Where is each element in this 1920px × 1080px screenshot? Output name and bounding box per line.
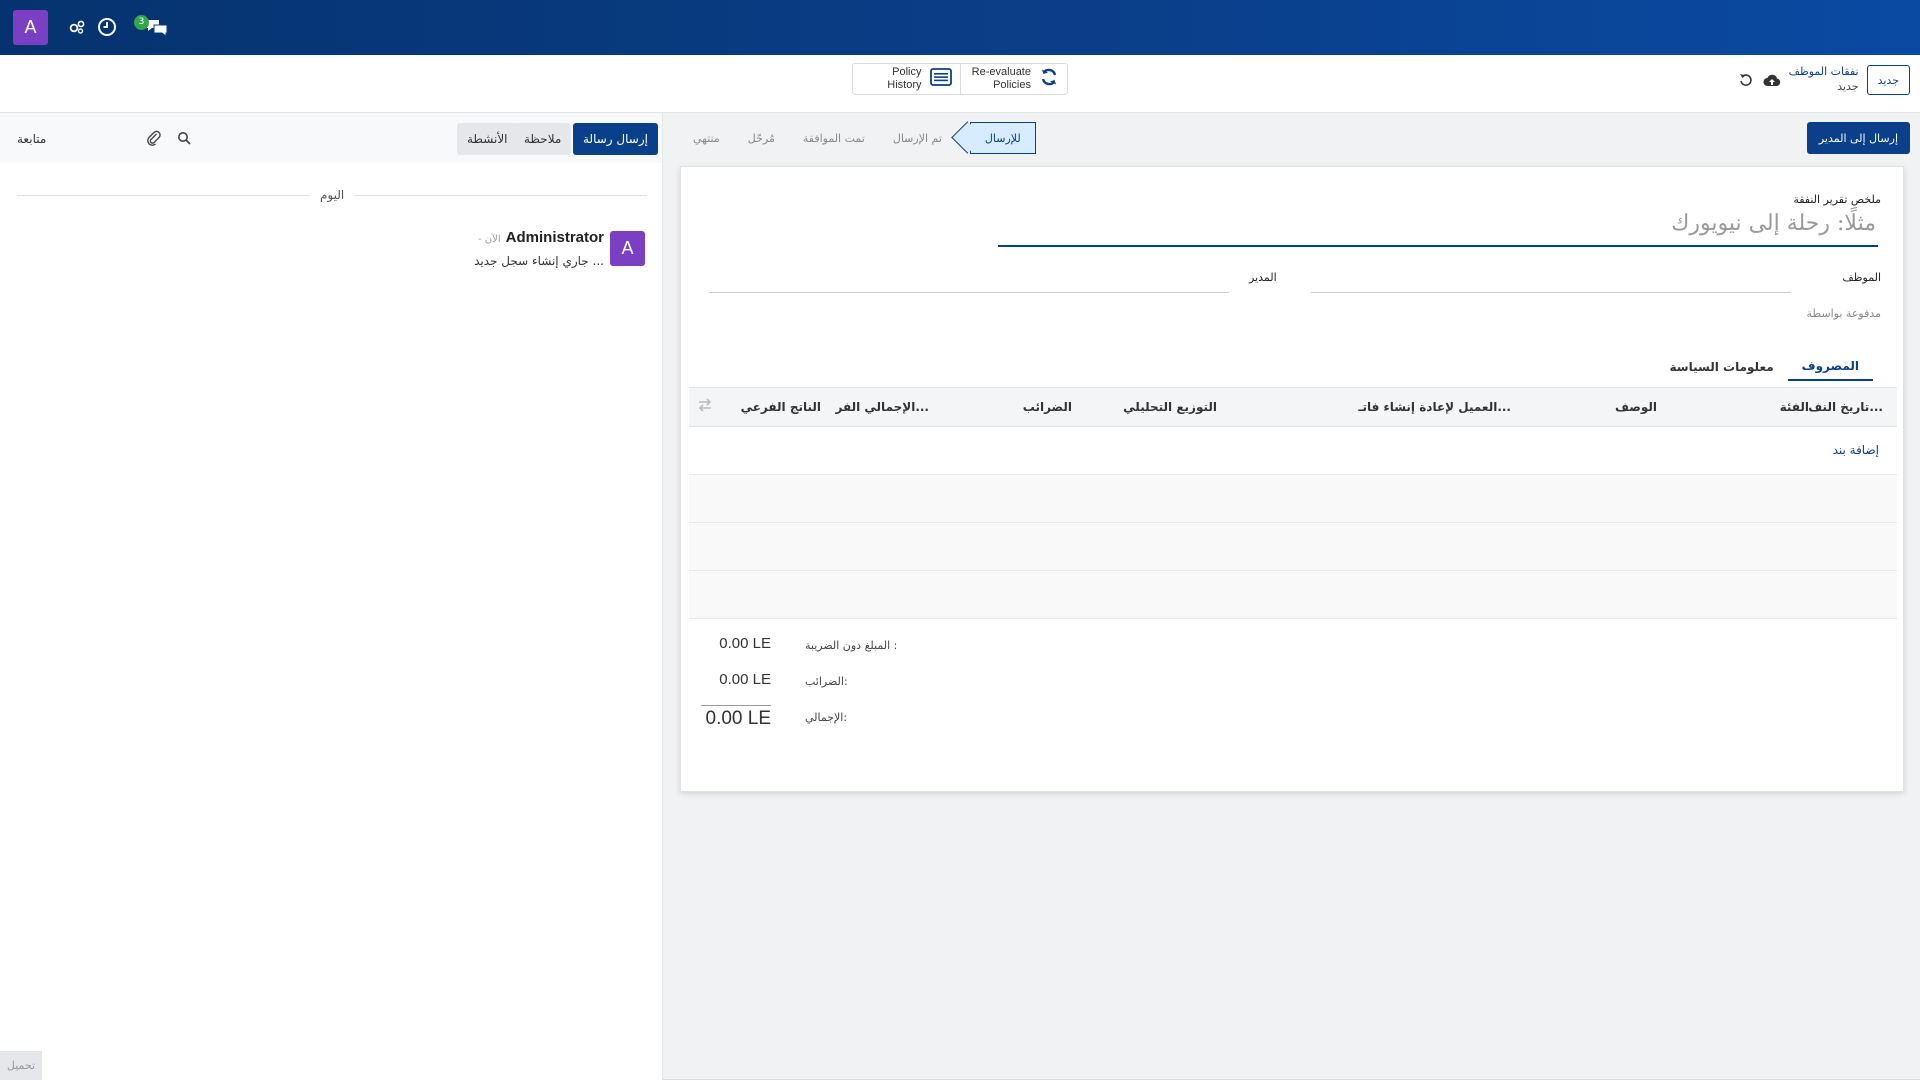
top-navbar: A 3 <box>0 0 1920 55</box>
message-body: جاري إنشاء سجل جديد ... <box>474 254 604 268</box>
status-step-submitted[interactable]: تم الإرسال <box>879 122 956 154</box>
policy-button-group: Policy History Re-evaluate Policies <box>852 63 1068 95</box>
column-header-analytic[interactable]: التوزيع التحليلي <box>1123 400 1217 414</box>
add-line-link[interactable]: إضافة بند <box>1833 443 1879 457</box>
table-row <box>689 571 1897 619</box>
total-label: الإجمالي: <box>805 711 848 724</box>
manager-label: المدير <box>1249 271 1277 284</box>
reevaluate-policies-button[interactable]: Re-evaluate Policies <box>959 64 1068 94</box>
taxes-label: الضرائب: <box>805 675 848 688</box>
column-header-taxes[interactable]: الضرائب <box>1023 400 1072 414</box>
message-avatar[interactable]: A <box>610 231 645 266</box>
reevaluate-label-line2: Policies <box>993 79 1031 91</box>
manager-field[interactable] <box>709 292 1229 293</box>
paperclip-icon[interactable] <box>144 128 164 148</box>
paid-by-label: مدفوعة بواسطة <box>1806 307 1881 320</box>
message-time: - الآن <box>478 234 501 245</box>
send-message-button[interactable]: إرسال رسالة <box>573 123 658 155</box>
user-avatar[interactable]: A <box>13 10 48 45</box>
taxes-row: الضرائب: 0.00 LE <box>701 665 901 701</box>
message-author[interactable]: Administrator <box>506 229 604 246</box>
chatter-panel: إرسال رسالة ملاحظة الأنشطة متابعة اليوم … <box>0 113 663 1080</box>
table-row: إضافة بند <box>689 427 1897 475</box>
chatter-topbar: إرسال رسالة ملاحظة الأنشطة متابعة <box>0 113 662 163</box>
untaxed-value: 0.00 LE <box>719 635 771 652</box>
log-note-button[interactable]: ملاحظة <box>514 123 572 155</box>
untaxed-label: المبلغ دون الضريبة : <box>805 639 898 652</box>
totals-block: المبلغ دون الضريبة : 0.00 LE الضرائب: 0.… <box>701 629 901 737</box>
follow-button[interactable]: متابعة <box>17 132 46 146</box>
debug-icon[interactable] <box>66 16 88 38</box>
search-icon[interactable] <box>174 128 194 148</box>
untaxed-row: المبلغ دون الضريبة : 0.00 LE <box>701 629 901 665</box>
policy-history-label-line1: Policy <box>892 66 922 79</box>
table-header: تاريخ النف... الفئة الوصف العميل لإعادة … <box>689 387 1897 427</box>
column-header-total[interactable]: الإجمالي الفر... <box>836 400 929 414</box>
employee-label: الموظف <box>1842 271 1881 284</box>
status-bar: للإرسال تم الإرسال تمت الموافقة مُرحّل م… <box>679 122 1036 154</box>
form-sheet: ملخص تقرير النفقة مثلًا: رحلة إلى نيويور… <box>680 166 1904 792</box>
column-header-date[interactable]: تاريخ النف... <box>1808 400 1883 414</box>
chat-count-badge: 3 <box>134 15 149 30</box>
reevaluate-label-line1: Re-evaluate <box>971 66 1031 79</box>
policy-history-button[interactable]: Policy History <box>853 64 960 94</box>
day-label: اليوم <box>310 188 355 202</box>
tab-policy-info[interactable]: معلومات السياسة <box>1656 353 1788 381</box>
expense-lines-table: تاريخ النف... الفئة الوصف العميل لإعادة … <box>689 387 1897 619</box>
activities-button[interactable]: الأنشطة <box>457 123 518 155</box>
status-step-done[interactable]: منتهي <box>679 122 734 154</box>
clock-icon[interactable] <box>96 16 118 38</box>
breadcrumb-text: نفقات الموظف جديد <box>1789 65 1859 95</box>
list-icon <box>929 68 952 90</box>
send-to-manager-button[interactable]: إرسال إلى المدير <box>1806 122 1910 154</box>
breadcrumb-current: جديد <box>1837 80 1859 93</box>
cloud-upload-icon[interactable] <box>1763 71 1781 89</box>
total-row: الإجمالي: 0.00 LE <box>701 701 901 737</box>
column-header-description[interactable]: الوصف <box>1615 400 1657 414</box>
discard-icon[interactable] <box>1737 71 1755 89</box>
status-step-posted[interactable]: مُرحّل <box>734 122 789 154</box>
taxes-value: 0.00 LE <box>719 671 771 688</box>
column-header-customer[interactable]: العميل لإعادة إنشاء فاتـ... <box>1358 400 1511 414</box>
table-row <box>689 475 1897 523</box>
column-settings-icon[interactable] <box>697 398 713 415</box>
status-step-to-submit[interactable]: للإرسال <box>969 122 1036 154</box>
loading-indicator: تحميل <box>0 1051 42 1080</box>
control-panel: Policy History Re-evaluate Policies نفقا… <box>0 55 1920 113</box>
breadcrumb-parent[interactable]: نفقات الموظف <box>1789 65 1859 80</box>
column-header-category[interactable]: الفئة <box>1780 400 1809 414</box>
refresh-icon <box>1039 67 1059 91</box>
summary-input[interactable]: مثلًا: رحلة إلى نيويورك <box>998 211 1878 247</box>
tab-expense[interactable]: المصروف <box>1787 353 1873 381</box>
column-header-subtotal[interactable]: الناتج الفرعي <box>741 400 821 414</box>
summary-label: ملخص تقرير النفقة <box>1793 193 1881 206</box>
policy-history-label-line2: History <box>887 79 922 91</box>
table-row <box>689 523 1897 571</box>
notebook-tabs: المصروف معلومات السياسة <box>1656 353 1873 381</box>
status-step-approved[interactable]: تمت الموافقة <box>789 122 879 154</box>
employee-field[interactable] <box>1311 292 1791 293</box>
breadcrumb: نفقات الموظف جديد جديد <box>1737 65 1910 95</box>
new-button[interactable]: جديد <box>1866 65 1910 95</box>
total-value: 0.00 LE <box>701 705 771 730</box>
